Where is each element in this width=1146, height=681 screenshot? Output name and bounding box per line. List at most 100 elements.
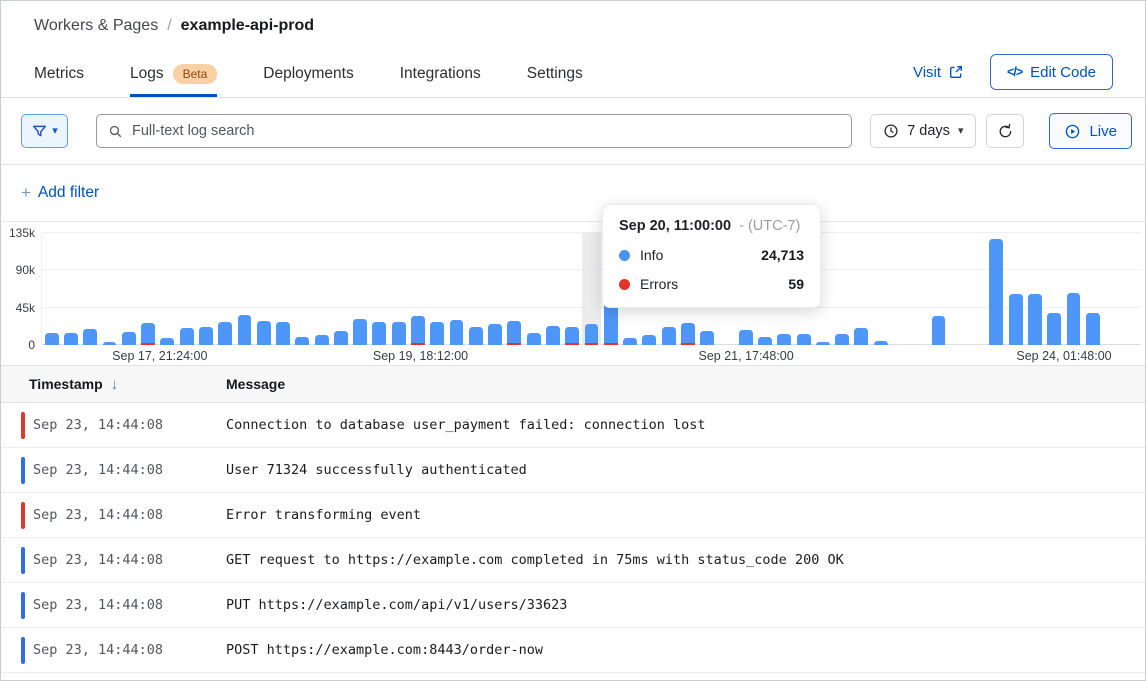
log-volume-bar[interactable]	[1028, 294, 1042, 345]
tooltip-timestamp: Sep 20, 11:00:00	[619, 218, 731, 234]
log-volume-bar[interactable]	[372, 322, 386, 345]
tab-integrations[interactable]: Integrations	[400, 51, 481, 97]
log-volume-bar[interactable]	[835, 334, 849, 345]
log-volume-bar[interactable]	[565, 327, 579, 345]
log-table-row[interactable]: Sep 23, 14:44:08Error transforming event	[1, 493, 1145, 538]
log-volume-bar[interactable]	[623, 338, 637, 345]
log-volume-bar[interactable]	[604, 302, 618, 345]
code-icon: </>	[1007, 65, 1022, 79]
log-volume-bar[interactable]	[642, 335, 656, 345]
log-toolbar: ▾ 7 days ▾	[1, 98, 1145, 165]
log-volume-bar[interactable]	[758, 337, 772, 345]
log-volume-bar[interactable]	[199, 327, 213, 345]
log-volume-bar[interactable]	[469, 327, 483, 345]
live-button[interactable]: Live	[1049, 113, 1132, 149]
external-link-icon	[948, 64, 964, 80]
breadcrumb-root[interactable]: Workers & Pages	[34, 17, 158, 35]
log-volume-bar[interactable]	[488, 324, 502, 345]
log-volume-bar[interactable]	[450, 320, 464, 345]
tab-logs[interactable]: LogsBeta	[130, 51, 217, 97]
log-volume-bar[interactable]	[932, 316, 946, 345]
tabs-row: Metrics LogsBeta Deployments Integrations Se…	[34, 51, 1113, 97]
clock-icon	[883, 123, 899, 139]
tab-label: Metrics	[34, 65, 84, 83]
log-table-row[interactable]: Sep 23, 14:44:08User 71324 successfully …	[1, 448, 1145, 493]
log-volume-bar[interactable]	[527, 333, 541, 345]
log-volume-bar[interactable]	[334, 331, 348, 345]
log-volume-bar[interactable]	[122, 332, 136, 345]
tab-settings[interactable]: Settings	[527, 51, 583, 97]
log-volume-bar[interactable]	[507, 321, 521, 345]
refresh-button[interactable]	[986, 114, 1024, 148]
log-volume-bar[interactable]	[392, 322, 406, 345]
log-table-row[interactable]: Sep 23, 14:44:08Connection to database u…	[1, 403, 1145, 448]
error-level-stripe	[21, 412, 25, 439]
info-level-stripe	[21, 637, 25, 664]
log-volume-bar[interactable]	[276, 322, 290, 345]
log-volume-bar[interactable]	[430, 322, 444, 345]
tab-deployments[interactable]: Deployments	[263, 51, 353, 97]
log-volume-bar[interactable]	[585, 324, 599, 345]
edit-code-button[interactable]: </> Edit Code	[990, 54, 1113, 90]
log-volume-bar[interactable]	[662, 327, 676, 345]
refresh-icon	[997, 123, 1014, 140]
log-volume-bar[interactable]	[315, 335, 329, 345]
log-table-header: Timestamp ↓ Message	[1, 365, 1145, 403]
workers-logs-page: Workers & Pages / example-api-prod Metri…	[0, 0, 1146, 681]
log-volume-bar[interactable]	[777, 334, 791, 345]
search-input[interactable]	[132, 123, 840, 139]
log-volume-bar[interactable]	[83, 329, 97, 345]
log-volume-bar[interactable]	[797, 334, 811, 345]
x-tick-label: Sep 17, 21:24:00	[112, 349, 207, 363]
log-volume-bar[interactable]	[681, 323, 695, 345]
search-icon	[108, 124, 123, 139]
chart-plot[interactable]	[41, 233, 1141, 345]
log-table-row[interactable]: Sep 23, 14:44:08POST https://example.com…	[1, 628, 1145, 673]
log-volume-bar[interactable]	[546, 326, 560, 345]
log-volume-bar[interactable]	[257, 321, 271, 345]
log-volume-bar[interactable]	[854, 328, 868, 345]
log-volume-bar[interactable]	[1047, 313, 1061, 345]
log-volume-bar[interactable]	[1086, 313, 1100, 345]
log-volume-bar[interactable]	[700, 331, 714, 345]
y-tick-45k: 45k	[1, 301, 35, 315]
tabs: Metrics LogsBeta Deployments Integrations Se…	[34, 51, 583, 97]
time-range-button[interactable]: 7 days ▾	[870, 114, 976, 148]
breadcrumb: Workers & Pages / example-api-prod	[34, 17, 1113, 35]
visit-link[interactable]: Visit	[913, 64, 964, 81]
chevron-down-icon: ▾	[958, 126, 964, 137]
errors-dot-icon	[619, 279, 630, 290]
log-timestamp: Sep 23, 14:44:08	[33, 642, 226, 658]
info-dot-icon	[619, 250, 630, 261]
tab-label: Logs	[130, 65, 164, 83]
log-volume-bar[interactable]	[45, 333, 59, 345]
tab-metrics[interactable]: Metrics	[34, 51, 84, 97]
add-filter-button[interactable]: + Add filter	[21, 183, 99, 203]
log-volume-bar[interactable]	[1067, 293, 1081, 345]
log-volume-bar[interactable]	[64, 333, 78, 345]
log-volume-bar[interactable]	[411, 316, 425, 345]
log-volume-bar[interactable]	[1009, 294, 1023, 345]
timestamp-header-label: Timestamp	[29, 376, 103, 392]
log-table-row[interactable]: Sep 23, 14:44:08PUT https://example.com/…	[1, 583, 1145, 628]
log-volume-bar[interactable]	[989, 239, 1003, 345]
column-header-timestamp: Timestamp ↓	[1, 376, 226, 393]
log-volume-bar[interactable]	[141, 323, 155, 345]
tab-label: Deployments	[263, 65, 353, 83]
filter-dropdown-button[interactable]: ▾	[21, 114, 68, 148]
filter-funnel-icon	[31, 123, 48, 140]
log-volume-bar[interactable]	[180, 328, 194, 345]
log-volume-bar[interactable]	[160, 338, 174, 345]
error-level-stripe	[21, 502, 25, 529]
y-tick-90k: 90k	[1, 263, 35, 277]
log-volume-bar[interactable]	[238, 315, 252, 345]
log-volume-bar[interactable]	[739, 330, 753, 345]
log-table: Timestamp ↓ Message Sep 23, 14:44:08Conn…	[1, 365, 1145, 673]
sort-desc-icon[interactable]: ↓	[111, 376, 119, 393]
log-volume-bar[interactable]	[218, 322, 232, 345]
tooltip-timezone: - (UTC-7)	[739, 218, 800, 234]
log-volume-bar[interactable]	[295, 337, 309, 345]
info-level-stripe	[21, 592, 25, 619]
log-volume-bar[interactable]	[353, 319, 367, 345]
log-table-row[interactable]: Sep 23, 14:44:08GET request to https://e…	[1, 538, 1145, 583]
